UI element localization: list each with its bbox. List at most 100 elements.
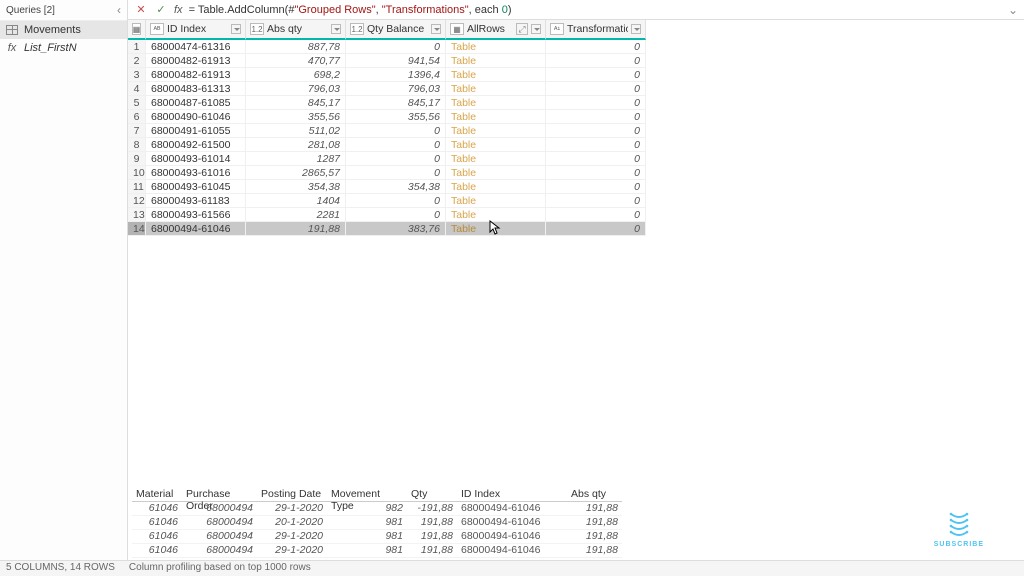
detail-cell[interactable]: 191,88 <box>407 544 457 558</box>
detail-cell[interactable]: 68000494-61046 <box>457 502 567 516</box>
expand-formula-icon[interactable]: ⌄ <box>1008 3 1018 17</box>
cell-allrows[interactable]: Table <box>446 40 546 54</box>
detail-cell[interactable]: 68000494-61046 <box>457 516 567 530</box>
detail-column-header[interactable]: Movement Type <box>327 486 407 502</box>
cell-transformations[interactable]: 0 <box>546 166 646 180</box>
column-header[interactable]: ᴬᴮID Index <box>146 20 246 40</box>
cell-allrows[interactable]: Table <box>446 68 546 82</box>
detail-cell[interactable]: 981 <box>327 544 407 558</box>
row-number[interactable]: 8 <box>128 138 146 152</box>
row-number[interactable]: 1 <box>128 40 146 54</box>
cell-allrows[interactable]: Table <box>446 208 546 222</box>
cell-abs-qty[interactable]: 845,17 <box>246 96 346 110</box>
detail-cell[interactable]: -191,88 <box>407 502 457 516</box>
cell-abs-qty[interactable]: 698,2 <box>246 68 346 82</box>
cell-allrows[interactable]: Table <box>446 82 546 96</box>
detail-cell[interactable]: 191,88 <box>567 502 622 516</box>
filter-icon[interactable] <box>631 24 641 34</box>
detail-cell[interactable]: 68000494 <box>182 544 257 558</box>
cell-transformations[interactable]: 0 <box>546 180 646 194</box>
row-number[interactable]: 10 <box>128 166 146 180</box>
detail-cell[interactable]: 981 <box>327 516 407 530</box>
detail-cell[interactable]: 29-1-2020 <box>257 544 327 558</box>
detail-cell[interactable]: 68000494-61046 <box>457 544 567 558</box>
cell-qty-balance[interactable]: 354,38 <box>346 180 446 194</box>
type-icon[interactable]: ᴬᴮ <box>150 23 164 35</box>
cell-abs-qty[interactable]: 511,02 <box>246 124 346 138</box>
detail-cell[interactable]: 191,88 <box>567 530 622 544</box>
cell-qty-balance[interactable]: 0 <box>346 124 446 138</box>
filter-icon[interactable] <box>331 24 341 34</box>
cell-qty-balance[interactable]: 941,54 <box>346 54 446 68</box>
cell-allrows[interactable]: Table <box>446 124 546 138</box>
cell-allrows[interactable]: Table <box>446 96 546 110</box>
detail-cell[interactable]: 61046 <box>132 544 182 558</box>
column-header[interactable]: ᴬ¹Transformations <box>546 20 646 40</box>
type-icon[interactable]: ▦ <box>450 23 464 35</box>
cell-transformations[interactable]: 0 <box>546 82 646 96</box>
cell-abs-qty[interactable]: 2865,57 <box>246 166 346 180</box>
cell-abs-qty[interactable]: 191,88 <box>246 222 346 236</box>
detail-cell[interactable]: 68000494 <box>182 502 257 516</box>
cell-qty-balance[interactable]: 1396,4 <box>346 68 446 82</box>
detail-cell[interactable]: 68000494 <box>182 530 257 544</box>
cell-allrows[interactable]: Table <box>446 166 546 180</box>
detail-cell[interactable]: 29-1-2020 <box>257 502 327 516</box>
cell-transformations[interactable]: 0 <box>546 152 646 166</box>
detail-column-header[interactable]: Posting Date <box>257 486 327 502</box>
cell-transformations[interactable]: 0 <box>546 68 646 82</box>
cell-id-index[interactable]: 68000493-61045 <box>146 180 246 194</box>
cell-abs-qty[interactable]: 355,56 <box>246 110 346 124</box>
cell-abs-qty[interactable]: 2281 <box>246 208 346 222</box>
cell-qty-balance[interactable]: 0 <box>346 166 446 180</box>
cell-abs-qty[interactable]: 281,08 <box>246 138 346 152</box>
cell-allrows[interactable]: Table <box>446 194 546 208</box>
cell-allrows[interactable]: Table <box>446 152 546 166</box>
cell-id-index[interactable]: 68000493-61183 <box>146 194 246 208</box>
cell-id-index[interactable]: 68000493-61014 <box>146 152 246 166</box>
cell-allrows[interactable]: Table <box>446 110 546 124</box>
cell-qty-balance[interactable]: 355,56 <box>346 110 446 124</box>
cell-transformations[interactable]: 0 <box>546 208 646 222</box>
detail-column-header[interactable]: Abs qty <box>567 486 622 502</box>
cell-abs-qty[interactable]: 887,78 <box>246 40 346 54</box>
detail-cell[interactable]: 61046 <box>132 530 182 544</box>
cell-abs-qty[interactable]: 470,77 <box>246 54 346 68</box>
cell-id-index[interactable]: 68000490-61046 <box>146 110 246 124</box>
detail-cell[interactable]: 68000494-61046 <box>457 530 567 544</box>
row-header-corner[interactable]: ▦ <box>128 20 146 40</box>
cancel-icon[interactable]: ✕ <box>134 3 148 17</box>
cell-qty-balance[interactable]: 0 <box>346 152 446 166</box>
detail-column-header[interactable]: Purchase Order <box>182 486 257 502</box>
type-icon[interactable]: ᴬ¹ <box>550 23 564 35</box>
detail-cell[interactable]: 191,88 <box>567 516 622 530</box>
column-header[interactable]: ▦AllRows⤢ <box>446 20 546 40</box>
detail-column-header[interactable]: Qty <box>407 486 457 502</box>
row-number[interactable]: 2 <box>128 54 146 68</box>
detail-cell[interactable]: 981 <box>327 530 407 544</box>
cell-transformations[interactable]: 0 <box>546 124 646 138</box>
column-header[interactable]: 1.2Abs qty <box>246 20 346 40</box>
cell-transformations[interactable]: 0 <box>546 96 646 110</box>
detail-cell[interactable]: 61046 <box>132 516 182 530</box>
detail-cell[interactable]: 191,88 <box>407 530 457 544</box>
cell-id-index[interactable]: 68000494-61046 <box>146 222 246 236</box>
cell-transformations[interactable]: 0 <box>546 194 646 208</box>
cell-qty-balance[interactable]: 0 <box>346 138 446 152</box>
cell-id-index[interactable]: 68000487-61085 <box>146 96 246 110</box>
detail-cell[interactable]: 982 <box>327 502 407 516</box>
cell-qty-balance[interactable]: 0 <box>346 40 446 54</box>
cell-qty-balance[interactable]: 845,17 <box>346 96 446 110</box>
filter-icon[interactable] <box>431 24 441 34</box>
row-number[interactable]: 9 <box>128 152 146 166</box>
cell-transformations[interactable]: 0 <box>546 222 646 236</box>
filter-icon[interactable] <box>231 24 241 34</box>
row-number[interactable]: 13 <box>128 208 146 222</box>
cell-allrows[interactable]: Table <box>446 180 546 194</box>
cell-id-index[interactable]: 68000483-61313 <box>146 82 246 96</box>
cell-id-index[interactable]: 68000474-61316 <box>146 40 246 54</box>
detail-cell[interactable]: 191,88 <box>407 516 457 530</box>
cell-transformations[interactable]: 0 <box>546 54 646 68</box>
row-number[interactable]: 4 <box>128 82 146 96</box>
row-number[interactable]: 7 <box>128 124 146 138</box>
